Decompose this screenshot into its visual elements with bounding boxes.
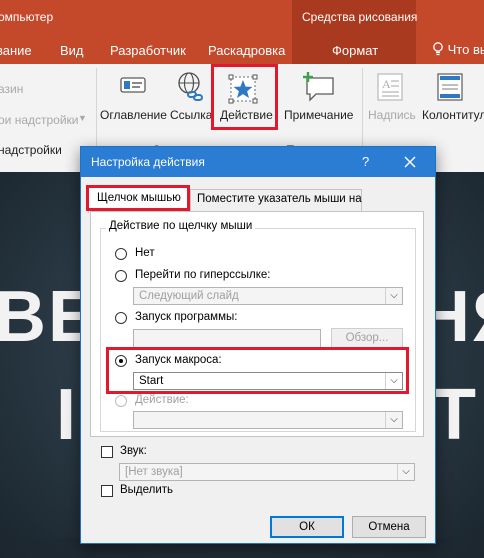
- link-label: Ссылка: [170, 108, 213, 122]
- sound-checkbox[interactable]: [101, 446, 113, 458]
- chevron-down-icon: ⌵: [397, 464, 414, 480]
- tab-developer[interactable]: Разработчик: [110, 43, 186, 58]
- comment-label: Примечание: [284, 108, 354, 122]
- sound-select[interactable]: [Нет звука] ⌵: [119, 463, 415, 481]
- tab-panel: Действие по щелчку мыши Нет Перейти по г…: [90, 211, 424, 437]
- sound-label: Звук:: [120, 445, 147, 457]
- chevron-down-icon: ⌵: [385, 412, 402, 428]
- comment-button[interactable]: Примечание: [282, 66, 358, 130]
- window-title: омпьютер: [0, 10, 54, 24]
- help-button[interactable]: ?: [362, 154, 369, 169]
- highlight-label: Выделить: [120, 484, 174, 496]
- sound-value: [Нет звука]: [125, 466, 183, 478]
- group-label: Действие по щелчку мыши: [106, 220, 256, 232]
- tab-review[interactable]: вание: [0, 43, 32, 58]
- tab-mouse-over-label: Поместите указатель мыши на: [197, 193, 362, 205]
- tell-me-label: Что вы: [447, 42, 484, 57]
- radio-none-label: Нет: [135, 247, 155, 259]
- radio-hyperlink[interactable]: [115, 270, 127, 282]
- toc-label: Оглавление: [100, 108, 167, 122]
- ribbon-separator: [362, 68, 363, 152]
- radio-object-action-label: Действие:: [135, 394, 189, 406]
- hyperlink-select[interactable]: Следующий слайд ⌵: [133, 287, 403, 305]
- header-footer-label: Колонтитулы: [422, 108, 484, 122]
- highlight-checkbox[interactable]: [101, 485, 113, 497]
- header-footer-icon: [437, 73, 463, 101]
- svg-text:A: A: [382, 77, 391, 91]
- ok-button[interactable]: ОК: [270, 516, 344, 538]
- text-box-label: Надпись: [368, 108, 416, 122]
- macro-highlight: [106, 347, 409, 394]
- dialog-title: Настройка действия: [91, 155, 205, 169]
- action-button-highlight: [211, 64, 278, 130]
- radio-hyperlink-label: Перейти по гиперссылке:: [135, 269, 271, 281]
- table-of-contents-icon: [120, 77, 146, 93]
- radio-object-action[interactable]: [115, 395, 127, 407]
- chevron-down-icon: ⌵: [385, 288, 402, 304]
- radio-none[interactable]: [115, 248, 127, 260]
- drawing-tools-label: Средства рисования: [302, 10, 418, 24]
- lightbulb-icon: [433, 42, 443, 56]
- radio-run-program[interactable]: [115, 312, 127, 324]
- browse-button[interactable]: Обзор...: [331, 328, 403, 348]
- slide-subtitle-left: I: [56, 375, 79, 455]
- program-path-input[interactable]: [133, 329, 321, 349]
- cancel-button[interactable]: Отмена: [352, 516, 426, 538]
- link-globe-icon: [178, 72, 203, 101]
- link-button[interactable]: Ссылка: [170, 66, 213, 130]
- text-box-icon: A: [377, 73, 403, 101]
- store-button[interactable]: азин: [0, 82, 23, 96]
- ribbon-separator: [96, 68, 97, 152]
- tab-highlight: [86, 185, 190, 211]
- tab-mouse-over[interactable]: Поместите указатель мыши на: [190, 189, 362, 211]
- comment-icon: [303, 72, 334, 102]
- tell-me-search[interactable]: Что вы: [432, 42, 484, 57]
- radio-run-program-label: Запуск программы:: [135, 311, 238, 323]
- tab-format[interactable]: Формат: [332, 43, 378, 58]
- my-addins-button[interactable]: ои надстройки: [0, 113, 79, 127]
- close-icon[interactable]: [404, 156, 416, 168]
- slide-subtitle-right: Т: [432, 375, 478, 455]
- hyperlink-value: Следующий слайд: [139, 290, 239, 302]
- dropdown-arrow-icon: ▼: [78, 113, 87, 123]
- addins-button[interactable]: надстройки: [0, 143, 62, 157]
- text-box-button[interactable]: A Надпись: [366, 66, 416, 130]
- toc-button[interactable]: Оглавление: [100, 66, 167, 130]
- tab-storyboard[interactable]: Раскадровка: [208, 43, 285, 58]
- header-footer-button[interactable]: Колонтитулы: [418, 66, 484, 130]
- tab-view[interactable]: Вид: [60, 43, 84, 58]
- object-action-select[interactable]: ⌵: [133, 411, 403, 429]
